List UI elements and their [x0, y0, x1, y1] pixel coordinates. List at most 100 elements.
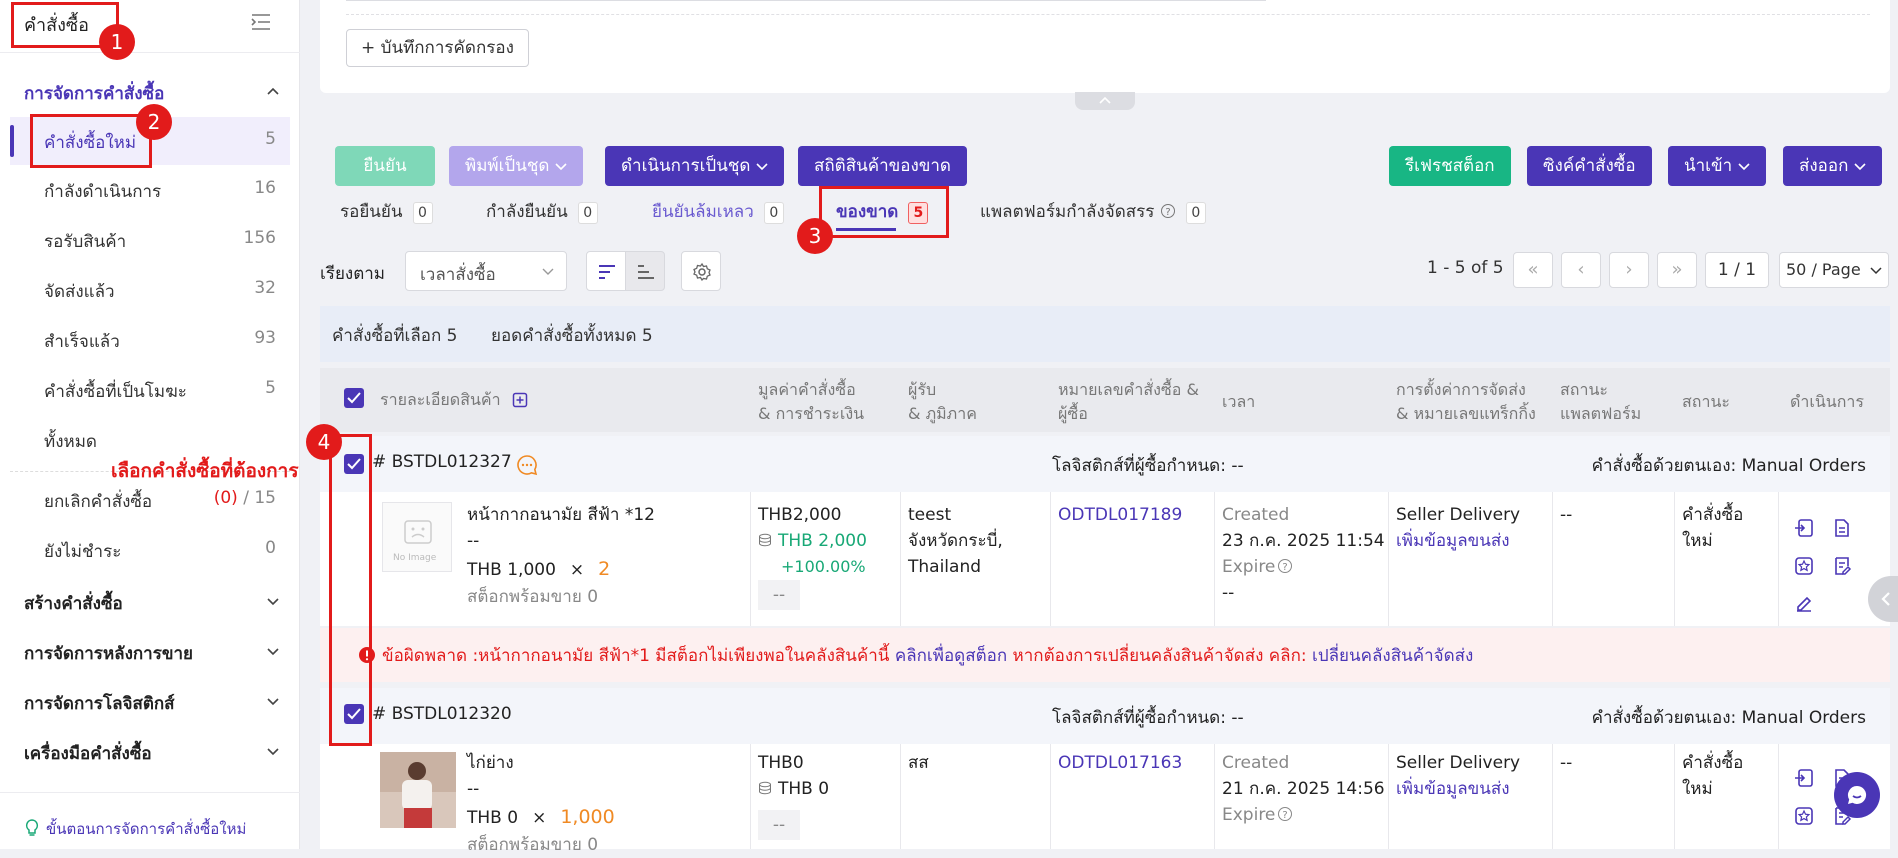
header-label: & การชำระเงิน — [758, 404, 865, 423]
move-order-icon[interactable] — [1794, 518, 1814, 538]
chevron-left-icon: ‹ — [1577, 259, 1585, 280]
collapse-menu-icon[interactable] — [250, 12, 272, 32]
order-id[interactable]: # BSTDL012320 — [372, 704, 512, 724]
export-button[interactable]: ส่งออก — [1783, 146, 1882, 186]
view-stock-link[interactable]: คลิกเพื่อดูสต็อก — [895, 646, 1007, 666]
batch-process-button[interactable]: ดำเนินการเป็นชุด — [605, 146, 784, 186]
edit-list-icon[interactable] — [1832, 556, 1852, 576]
sort-asc-button[interactable] — [625, 251, 665, 291]
chevron-down-icon — [555, 163, 567, 171]
order-number-link[interactable]: ODTDL017189 — [1058, 502, 1182, 528]
recipient-country: Thailand — [908, 557, 982, 577]
help-icon[interactable]: ? — [1160, 203, 1176, 219]
order-id[interactable]: # BSTDL012327 — [372, 452, 512, 472]
svg-text:?: ? — [1283, 810, 1288, 821]
collapse-filter-toggle[interactable] — [1075, 92, 1135, 110]
sidebar-item-unpaid[interactable]: ยังไม่ชำระ 0 — [10, 526, 290, 574]
chevron-up-icon — [1099, 96, 1111, 104]
total-count: ยอดคำสั่งซื้อทั้งหมด 5 — [491, 326, 653, 346]
sidebar-item-label: สำเร็จแล้ว — [44, 332, 120, 352]
cell-divider — [1050, 492, 1051, 626]
sidebar-item-count: 0 — [265, 538, 276, 558]
sidebar-item-completed[interactable]: สำเร็จแล้ว 93 — [10, 316, 290, 364]
change-warehouse-link[interactable]: เปลี่ยนคลังสินค้าจัดส่ง — [1312, 646, 1473, 666]
prev-page-button[interactable]: ‹ — [1561, 252, 1601, 288]
import-button[interactable]: นำเข้า — [1668, 146, 1766, 186]
sidebar-item-processing[interactable]: กำลังดำเนินการ 16 — [10, 166, 290, 214]
sort-desc-button[interactable] — [586, 251, 626, 291]
sidebar-group-after-sales[interactable]: การจัดการหลังการขาย — [24, 640, 280, 667]
save-filter-button[interactable]: + บันทึกการคัดกรอง — [346, 29, 529, 67]
chevron-down-icon — [267, 598, 279, 606]
sidebar-item-count: 16 — [254, 178, 276, 198]
sort-select[interactable]: เวลาสั่งซื้อ — [405, 251, 567, 291]
help-icon[interactable]: ? — [1277, 806, 1293, 822]
tab-platform-allocating[interactable]: แพลตฟอร์มกำลังจัดสรร ? 0 — [980, 198, 1206, 225]
tab-confirm-failed[interactable]: ยืนยันล้มเหลว 0 — [652, 198, 784, 225]
cell-divider — [750, 492, 751, 626]
header-label: ผู้รับ — [908, 380, 937, 399]
error-middle: หากต้องการเปลี่ยนคลังสินค้าจัดส่ง คลิก: — [1012, 646, 1307, 666]
times-sign: × — [532, 808, 547, 828]
cell-divider — [1388, 744, 1389, 849]
order-header: # BSTDL012327 โลจิสติกส์ที่ผู้ซื้อกำหนด:… — [320, 436, 1890, 492]
recipient-region: จังหวัดกระบี่, — [908, 531, 1003, 551]
tab-confirming[interactable]: กำลังยืนยัน 0 — [486, 198, 598, 225]
header-status: สถานะ — [1682, 392, 1730, 411]
chevron-down-icon — [542, 268, 554, 275]
help-icon[interactable]: ? — [1277, 558, 1293, 574]
header-label: สถานะ — [1560, 380, 1608, 399]
button-label: ส่งออก — [1799, 156, 1849, 176]
gear-icon — [693, 262, 711, 282]
tab-awaiting-confirm[interactable]: รอยืนยัน 0 — [340, 198, 433, 225]
cell-divider — [750, 744, 751, 849]
first-page-button[interactable]: « — [1513, 252, 1553, 288]
sidebar-group-order-tools[interactable]: เครื่องมือคำสั่งซื้อ — [24, 740, 280, 767]
order-number-link[interactable]: ODTDL017163 — [1058, 750, 1182, 776]
button-label: พิมพ์เป็นชุด — [465, 156, 550, 176]
sidebar-group-order-management[interactable]: การจัดการคำสั่งซื้อ — [24, 80, 280, 107]
product-image — [380, 752, 456, 828]
select-all-checkbox[interactable] — [344, 388, 364, 408]
document-icon[interactable] — [1832, 518, 1852, 538]
sidebar-item-label: ยกเลิกคำสั่งซื้อ — [44, 492, 153, 512]
out-of-stock-stats-button[interactable]: สถิติสินค้าของขาด — [798, 146, 967, 186]
batch-print-button[interactable]: พิมพ์เป็นชุด — [449, 146, 583, 186]
star-badge-icon[interactable] — [1794, 556, 1814, 576]
new-order-guide-link[interactable]: ขั้นตอนการจัดการคำสั่งซื้อใหม่ — [24, 817, 246, 841]
product-name[interactable]: ไก่ย่าง — [467, 750, 514, 776]
payment-extra: -- — [758, 580, 800, 610]
confirm-button[interactable]: ยืนยัน — [335, 146, 435, 186]
chat-message-icon[interactable] — [516, 454, 538, 476]
chat-support-button[interactable] — [1834, 772, 1880, 818]
filter-panel: + บันทึกการคัดกรอง — [320, 0, 1890, 93]
sidebar-group-logistics[interactable]: การจัดการโลจิสติกส์ — [24, 690, 280, 717]
last-page-icon: » — [1671, 259, 1683, 280]
annotation-marker-2: 2 — [136, 104, 172, 140]
header-order-no: หมายเลขคำสั่งซื้อ & ผู้ซื้อ — [1058, 378, 1199, 426]
last-page-button[interactable]: » — [1657, 252, 1697, 288]
sidebar-item-shipped[interactable]: จัดส่งแล้ว 32 — [10, 266, 290, 314]
move-order-icon[interactable] — [1794, 768, 1814, 788]
refresh-stock-button[interactable]: รีเฟรชสต็อก — [1389, 146, 1511, 186]
expire-value: -- — [1222, 583, 1235, 603]
settings-button[interactable] — [681, 251, 721, 291]
sidebar-group-create-order[interactable]: สร้างคำสั่งซื้อ — [24, 590, 280, 617]
page-input[interactable]: 1 / 1 — [1705, 252, 1769, 288]
sidebar-item-awaiting-pickup[interactable]: รอรับสินค้า 156 — [10, 216, 290, 264]
expand-all-icon[interactable] — [512, 392, 528, 408]
star-badge-icon[interactable] — [1794, 806, 1814, 826]
edit-icon[interactable] — [1794, 594, 1814, 614]
page-size-select[interactable]: 50 / Page — [1779, 252, 1889, 288]
sync-orders-button[interactable]: ซิงค์คำสั่งซื้อ — [1527, 146, 1652, 186]
order-status: คำสั่งซื้อ — [1682, 753, 1744, 773]
product-name[interactable]: หน้ากากอนามัย สีฟ้า *12 — [467, 502, 655, 528]
next-page-button[interactable]: › — [1609, 252, 1649, 288]
annotation-box-3 — [819, 186, 949, 238]
add-shipping-info-link[interactable]: เพิ่มข้อมูลขนส่ง — [1396, 776, 1510, 802]
sidebar-item-void[interactable]: คำสั่งซื้อที่เป็นโมฆะ 5 — [10, 366, 290, 414]
cell-divider — [900, 492, 901, 626]
price-qty: THB 0 × 1,000 — [467, 804, 615, 831]
paid-value: THB 0 — [778, 779, 830, 799]
add-shipping-info-link[interactable]: เพิ่มข้อมูลขนส่ง — [1396, 528, 1510, 554]
